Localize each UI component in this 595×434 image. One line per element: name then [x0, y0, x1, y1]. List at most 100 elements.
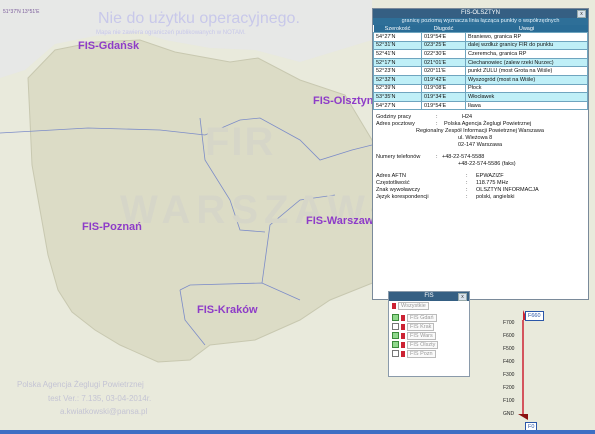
longitude-cell: 020°11'E [421, 66, 466, 76]
note-cell: Płock [465, 83, 588, 94]
coordinate-readout: 51°37'N 13°51'E [3, 9, 40, 15]
footer-version: test Ver.: 7.135, 03-04-2014r. [48, 394, 152, 403]
address-line: ul. Wieżowa 8 [458, 135, 493, 142]
layer-label: FIS Olszty [407, 340, 439, 349]
fis-layer-panel: FIS x Wszystkie FIS Gdań FIS Krak FIS Wa… [388, 291, 470, 377]
note-cell: Ciechanowiec (zalew rzeki Nurzec) [465, 57, 588, 68]
column-header-longitude: Długość [421, 25, 466, 33]
latitude-cell: 52°17'N [373, 57, 422, 68]
fis-gdansk-label[interactable]: FIS-Gdańsk [78, 40, 139, 52]
longitude-cell: 023°25'E [421, 40, 466, 51]
address-line: Polska Agencja Żeglugi Powietrznej [444, 121, 532, 128]
table-row: 54°27'N 019°54'E Braniewo, granica RP [373, 32, 588, 42]
fis-info-window: FIS-OLSZTYN x granicę poziomą wyznacza l… [372, 8, 589, 300]
flag-icon [401, 332, 405, 339]
table-row: 52°39'N 019°08'E Płock [373, 83, 588, 94]
note-cell: Wyszogród (most na Wiśle) [465, 74, 588, 85]
address-label: Adres pocztowy [376, 121, 415, 128]
footer-email: a.kwiatkowski@pansa.pl [60, 407, 148, 416]
layer-row-warszawa[interactable]: FIS Wars [389, 331, 469, 340]
layer-label: FIS Gdań [407, 313, 437, 322]
note-cell: Włocławek [465, 92, 588, 102]
altitude-tick: F600 [503, 333, 515, 339]
altitude-tick: F100 [503, 398, 515, 404]
layer-label: FIS Pozn [407, 349, 436, 358]
longitude-cell: 019°54'E [421, 32, 466, 42]
fir-label: FIR [205, 120, 276, 164]
address-line: Regionalny Zespół Informacji Powietrznej… [416, 128, 544, 135]
longitude-cell: 021°01'E [421, 57, 466, 68]
latitude-cell: 52°41'N [373, 49, 422, 59]
fis-warszawa-label[interactable]: FIS-Warszawa [306, 215, 380, 227]
table-row: 52°17'N 021°01'E Ciechanowiec (zalew rzeki… [373, 57, 588, 68]
footer-organization: Polska Agencja Żeglugi Powietrznej [17, 380, 144, 389]
flag-icon [401, 350, 405, 357]
altitude-tick: F700 [503, 320, 515, 326]
fis-panel-titlebar[interactable]: FIS x [389, 292, 469, 301]
fis-poznan-label[interactable]: FIS-Poznań [82, 221, 142, 233]
longitude-cell: 019°34'E [421, 92, 466, 102]
close-icon[interactable]: x [458, 293, 467, 301]
fis-olsztyn-label[interactable]: FIS-Olsztyn [313, 95, 374, 107]
layer-row-all[interactable]: Wszystkie [389, 301, 469, 310]
note-cell: Braniewo, granica RP [465, 32, 588, 42]
altitude-tick: F500 [503, 346, 515, 352]
altitude-tick: F300 [503, 372, 515, 378]
flag-icon [401, 314, 405, 321]
table-row: 52°23'N 020°11'E punkt ZULU (most Grota na… [373, 66, 588, 76]
layer-checkbox[interactable] [392, 314, 399, 321]
contact-details: Godziny pracy: H24 Adres pocztowy: Polska … [376, 114, 544, 201]
layer-label: FIS Krak [407, 322, 435, 331]
fax-value: +48-22-574-5586 (faks) [458, 161, 516, 168]
table-row: 52°31'N 023°25'E dalej wzdłuż granicy FIR … [373, 40, 588, 51]
altitude-tick: F400 [503, 359, 515, 365]
latitude-cell: 54°27'N [373, 100, 422, 111]
fis-krakow-label[interactable]: FIS-Kraków [197, 304, 258, 316]
callsign-value: OLSZTYN INFORMACJA [476, 187, 539, 194]
close-icon[interactable]: x [577, 10, 586, 18]
address-line: 02-147 Warszawa [458, 142, 503, 149]
layer-row-gdansk[interactable]: FIS Gdań [389, 313, 469, 322]
flag-icon [401, 341, 405, 348]
altitude-top-value[interactable]: F660 [525, 311, 544, 321]
altitude-tick: GND [503, 411, 515, 417]
boundary-points-table: Szerokość Długość Uwagi 54°27'N 019°54'E B… [373, 25, 588, 111]
info-window-title: FIS-OLSZTYN [460, 10, 500, 16]
table-row: 54°27'N 019°54'E Iława [373, 100, 588, 111]
layer-checkbox[interactable] [392, 350, 399, 357]
altitude-bottom-handle [518, 414, 528, 420]
column-header-latitude: Szerokość [373, 25, 422, 33]
note-cell: Iława [465, 100, 588, 111]
layer-checkbox[interactable] [392, 332, 399, 339]
note-cell: Czeremcha, granica RP [465, 49, 588, 59]
language-label: Język korespondencji [376, 194, 429, 201]
longitude-cell: 019°54'E [421, 100, 466, 111]
callsign-label: Znak wywoławczy [376, 187, 421, 194]
flag-icon [401, 323, 405, 330]
layer-row-krakow[interactable]: FIS Krak [389, 322, 469, 331]
layer-label: Wszystkie [398, 301, 429, 310]
longitude-cell: 019°42'E [421, 74, 466, 85]
aftn-label: Adres AFTN [376, 173, 406, 180]
layer-row-olsztyn[interactable]: FIS Olszty [389, 340, 469, 349]
latitude-cell: 54°27'N [373, 32, 422, 42]
frequency-label: Częstotliwość [376, 180, 410, 187]
info-window-titlebar[interactable]: FIS-OLSZTYN x [373, 9, 588, 18]
flag-icon [392, 302, 396, 309]
layer-row-poznan[interactable]: FIS Pozn [389, 349, 469, 358]
fis-panel-title: FIS [424, 293, 434, 299]
table-row: 53°35'N 019°34'E Włocławek [373, 92, 588, 102]
table-row: 52°41'N 022°30'E Czeremcha, granica RP [373, 49, 588, 59]
layer-checkbox[interactable] [392, 341, 399, 348]
latitude-cell: 52°23'N [373, 66, 422, 76]
layer-checkbox[interactable] [392, 323, 399, 330]
layer-label: FIS Wars [407, 331, 436, 340]
hours-label: Godziny pracy [376, 114, 412, 121]
watermark-title: Nie do użytku operacyjnego. [98, 10, 300, 27]
language-value: polski, angielski [476, 194, 515, 201]
bottom-status-bar [0, 430, 595, 434]
column-header-notes: Uwagi [465, 25, 588, 33]
longitude-cell: 022°30'E [421, 49, 466, 59]
aftn-value: EPWAZIZF [476, 173, 504, 180]
note-cell: punkt ZULU (most Grota na Wiśle) [465, 66, 588, 76]
